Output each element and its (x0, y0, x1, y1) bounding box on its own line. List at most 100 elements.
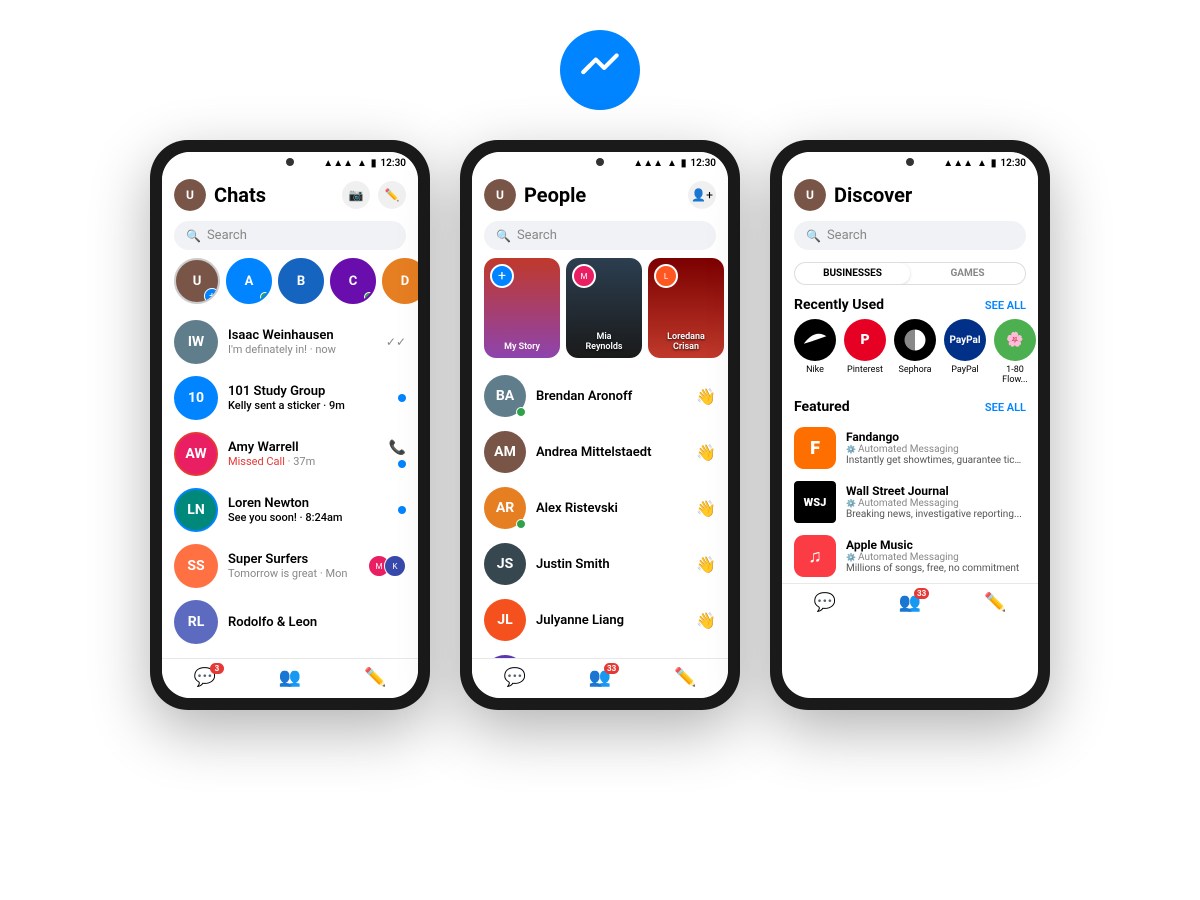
chats-search-placeholder: Search (207, 228, 247, 243)
story-3[interactable]: C (330, 258, 376, 304)
chat-name-loren: Loren Newton (228, 496, 388, 511)
chat-item-study-group[interactable]: 10 101 Study Group Kelly sent a sticker … (162, 370, 418, 426)
chats-screen: ▲▲▲ ▲ ▮ 12:30 U Chats 📷 ✏️ 🔍 Search (162, 152, 418, 698)
nav-compose[interactable]: ✏️ (364, 667, 386, 688)
auto-msg-icon-apple: ⚙️ (846, 553, 856, 562)
wave-brendan[interactable]: 👋 (696, 387, 716, 406)
person-alex[interactable]: AR Alex Ristevski 👋 (472, 480, 728, 536)
nav-chats-d[interactable]: 💬 (813, 592, 835, 613)
wave-justin[interactable]: 👋 (696, 555, 716, 574)
story-add-button[interactable]: + (204, 288, 220, 304)
chat-item-rodolfo[interactable]: RL Rodolfo & Leon (162, 594, 418, 650)
call-time: · 37m (288, 455, 316, 468)
camera-button[interactable]: 📷 (342, 181, 370, 209)
brand-flow[interactable]: 🌸 1-80Flow... (994, 319, 1036, 385)
name-julyanne: Julyanne Liang (536, 613, 686, 628)
chat-name-surfers: Super Surfers (228, 552, 358, 567)
chat-name-amy: Amy Warrell (228, 440, 379, 455)
nike-logo (794, 319, 836, 361)
chat-info-study: 101 Study Group Kelly sent a sticker · 9… (228, 384, 388, 412)
wifi-icon-d: ▲ (977, 158, 987, 169)
person-justin[interactable]: JS Justin Smith 👋 (472, 536, 728, 592)
people-search-bar[interactable]: 🔍 Search (484, 221, 716, 250)
paypal-name: PayPal (951, 365, 978, 375)
person-band-club[interactable]: BC Band Club Christian and Brendan are a… (472, 648, 728, 658)
story-mia[interactable]: M MiaReynolds (566, 258, 642, 358)
brand-nike[interactable]: Nike (794, 319, 836, 385)
featured-wsj[interactable]: WSJ Wall Street Journal ⚙️ Automated Mes… (782, 475, 1038, 529)
story-2[interactable]: B (278, 258, 324, 304)
discover-people-badge: 33 (914, 588, 929, 599)
unread-dot-loren (398, 506, 406, 514)
discover-search-placeholder: Search (827, 228, 867, 243)
chat-avatar-isaac: IW (174, 320, 218, 364)
chat-avatar-loren: LN (174, 488, 218, 532)
story-4[interactable]: D (382, 258, 418, 304)
person-julyanne[interactable]: JL Julyanne Liang 👋 (472, 592, 728, 648)
story-loredana[interactable]: L LoredanaCrisan (648, 258, 724, 358)
chat-info-loren: Loren Newton See you soon! · 8:24am (228, 496, 388, 524)
name-andrea: Andrea Mittelstaedt (536, 445, 686, 460)
chat-avatar-rodolfo: RL (174, 600, 218, 644)
online-indicator (260, 292, 270, 302)
chat-item-loren[interactable]: LN Loren Newton See you soon! · 8:24am (162, 482, 418, 538)
battery-icon-p: ▮ (681, 158, 687, 169)
featured-fandango[interactable]: F Fandango ⚙️ Automated Messaging Instan… (782, 421, 1038, 475)
chat-item-isaac[interactable]: IW Isaac Weinhausen I'm definately in! ·… (162, 314, 418, 370)
time-chats: 12:30 (380, 158, 406, 169)
my-story-card[interactable]: + My Story (484, 258, 560, 358)
add-story-btn[interactable]: + (490, 264, 514, 288)
mia-label: MiaReynolds (566, 332, 642, 352)
recently-used-see-all[interactable]: SEE ALL (985, 299, 1026, 312)
person-andrea[interactable]: AM Andrea Mittelstaedt 👋 (472, 424, 728, 480)
brand-pinterest[interactable]: P Pinterest (844, 319, 886, 385)
chat-meta-study (398, 394, 406, 402)
loredana-label: LoredanaCrisan (648, 332, 724, 352)
phone-people: ▲▲▲ ▲ ▮ 12:30 U People 👤+ 🔍 Search (460, 140, 740, 710)
nav-compose-d[interactable]: ✏️ (984, 592, 1006, 613)
chat-item-surfers[interactable]: SS Super Surfers Tomorrow is great · Mon… (162, 538, 418, 594)
nav-people-p[interactable]: 👥 33 (589, 667, 611, 688)
brand-sephora[interactable]: Sephora (894, 319, 936, 385)
nav-compose-p[interactable]: ✏️ (674, 667, 696, 688)
chat-nav-icon-d: 💬 (813, 592, 835, 613)
featured-title: Featured (794, 399, 850, 415)
discover-search-bar[interactable]: 🔍 Search (794, 221, 1026, 250)
wave-alex[interactable]: 👋 (696, 499, 716, 518)
edit-button[interactable]: ✏️ (378, 181, 406, 209)
people-title: People (524, 183, 688, 207)
nav-people-d[interactable]: 👥 33 (899, 592, 921, 613)
nav-people[interactable]: 👥 (279, 667, 301, 688)
phone-chats: ▲▲▲ ▲ ▮ 12:30 U Chats 📷 ✏️ 🔍 Search (150, 140, 430, 710)
unread-dot-amy (398, 460, 406, 468)
chats-header: U Chats 📷 ✏️ (162, 171, 418, 217)
apple-music-type: ⚙️ Automated Messaging (846, 552, 1026, 563)
wsj-logo: WSJ (794, 481, 836, 523)
featured-see-all[interactable]: SEE ALL (985, 401, 1026, 414)
tab-businesses[interactable]: BUSINESSES (795, 263, 910, 284)
online-brendan (516, 407, 526, 417)
phones-container: ▲▲▲ ▲ ▮ 12:30 U Chats 📷 ✏️ 🔍 Search (150, 140, 1050, 900)
nav-chats[interactable]: 💬 3 (193, 667, 215, 688)
wave-julyanne[interactable]: 👋 (696, 611, 716, 630)
featured-apple-music[interactable]: ♫ Apple Music ⚙️ Automated Messaging Mil… (782, 529, 1038, 583)
my-story-bubble[interactable]: U + (174, 258, 220, 304)
fandango-name: Fandango (846, 430, 1026, 444)
discover-header: U Discover (782, 171, 1038, 217)
story-1[interactable]: A (226, 258, 272, 304)
chat-nav-icon-p: 💬 (503, 667, 525, 688)
my-story-label: My Story (484, 342, 560, 352)
chats-search-bar[interactable]: 🔍 Search (174, 221, 406, 250)
tab-games[interactable]: GAMES (910, 263, 1025, 284)
nav-chats-p[interactable]: 💬 (503, 667, 525, 688)
wave-andrea[interactable]: 👋 (696, 443, 716, 462)
brand-paypal[interactable]: PayPal PayPal (944, 319, 986, 385)
add-person-button[interactable]: 👤+ (688, 181, 716, 209)
person-brendan[interactable]: BA Brendan Aronoff 👋 (472, 368, 728, 424)
apple-music-logo: ♫ (794, 535, 836, 577)
people-search-placeholder: Search (517, 228, 557, 243)
recently-used-title: Recently Used (794, 297, 884, 313)
chat-item-amy[interactable]: AW Amy Warrell Missed Call · 37m 📞 (162, 426, 418, 482)
avatar-julyanne: JL (484, 599, 526, 641)
featured-header: Featured SEE ALL (782, 395, 1038, 421)
